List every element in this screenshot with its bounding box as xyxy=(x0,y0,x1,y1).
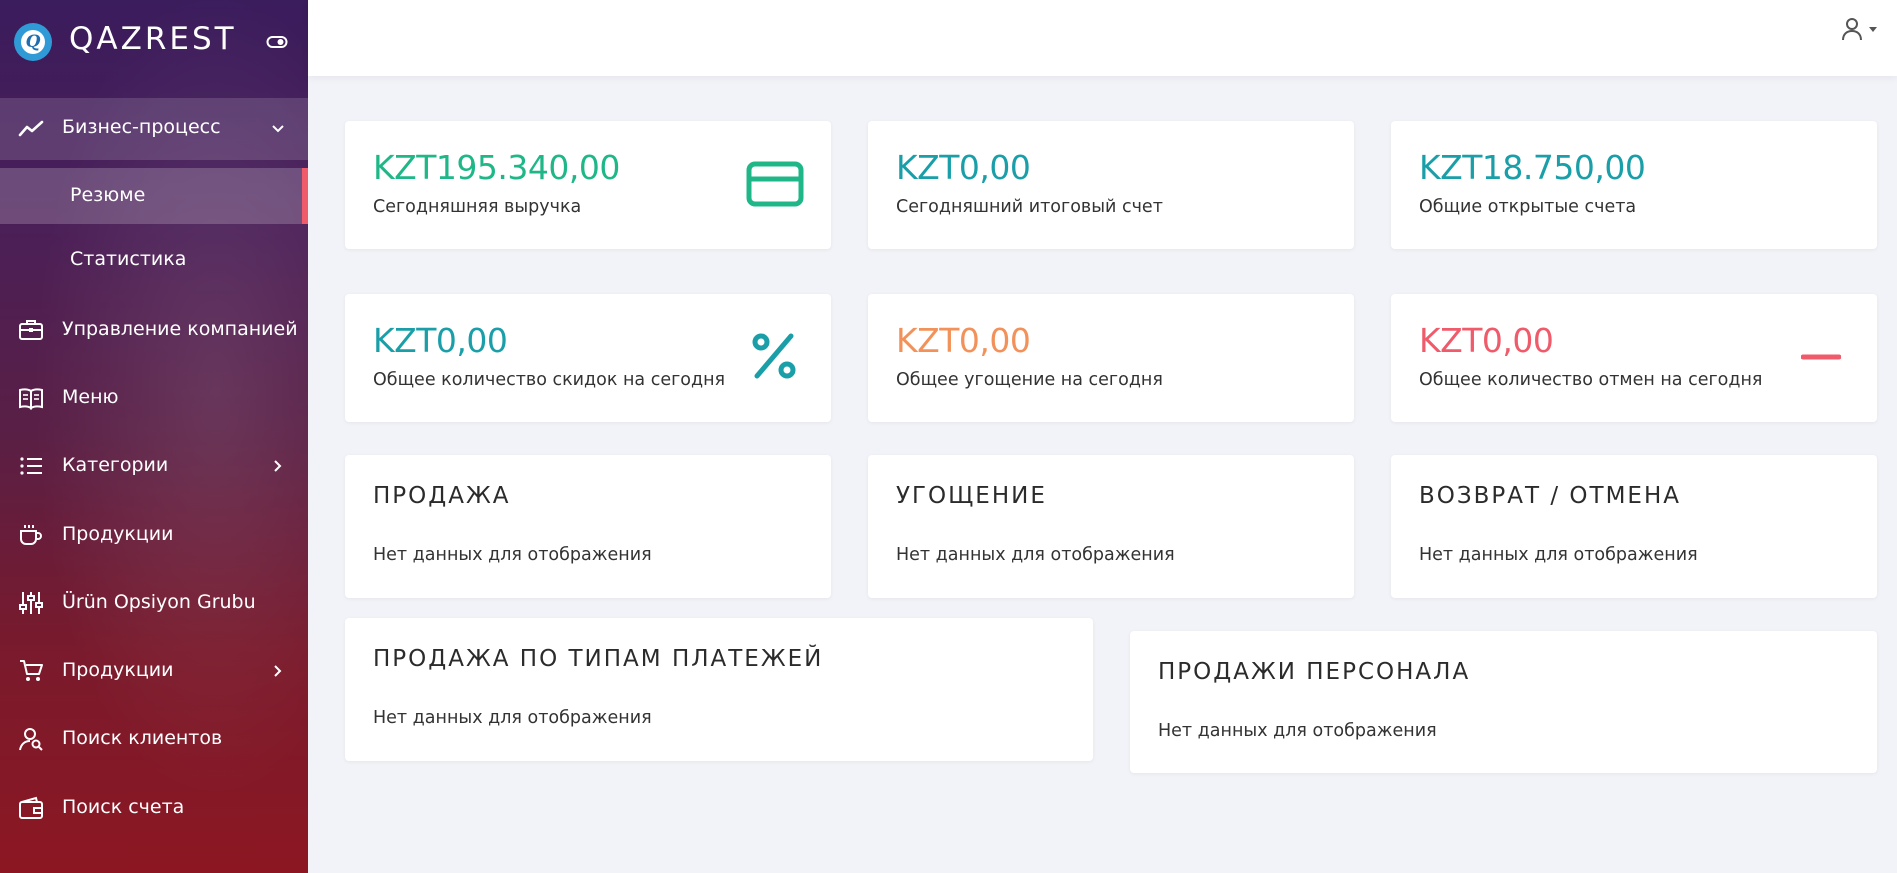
sidebar-item-label: Управление компанией xyxy=(62,318,298,340)
empty-state-text: Нет данных для отображения xyxy=(373,708,652,728)
sidebar-item-label: Бизнес-процесс xyxy=(62,116,221,138)
empty-state-text: Нет данных для отображения xyxy=(1158,721,1437,741)
sidebar-item-label: Продукции xyxy=(62,659,174,681)
stat-card-today-cancellations: KZT0,00 Общее количество отмен на сегодн… xyxy=(1391,294,1877,422)
sidebar-item-invoice-search[interactable]: Поиск счета xyxy=(0,778,308,838)
minus-icon xyxy=(1801,354,1841,360)
book-icon xyxy=(18,385,44,411)
user-icon xyxy=(1842,18,1862,41)
sidebar-item-products[interactable]: Продукции xyxy=(0,505,308,565)
cart-icon xyxy=(18,658,44,684)
sidebar-item-business-process[interactable]: Бизнес-процесс xyxy=(0,98,308,160)
sidebar-item-label: Поиск клиентов xyxy=(62,727,223,749)
sidebar-item-company-management[interactable]: Управление компанией xyxy=(0,300,308,360)
sidebar-item-label: Ürün Opsiyon Grubu xyxy=(62,591,256,613)
sidebar-item-products-2[interactable]: Продукции xyxy=(0,641,308,701)
section-title: ВОЗВРАТ / ОТМЕНА xyxy=(1419,483,1681,509)
chevron-right-icon xyxy=(274,460,282,472)
empty-state-text: Нет данных для отображения xyxy=(373,545,652,565)
section-treats: УГОЩЕНИЕ Нет данных для отображения xyxy=(868,455,1354,598)
stat-label: Общие открытые счета xyxy=(1419,197,1637,217)
sidebar-item-label: Продукции xyxy=(62,523,174,545)
top-bar xyxy=(308,0,1897,76)
stat-label: Общее количество скидок на сегодня xyxy=(373,370,726,390)
trending-up-icon xyxy=(18,116,44,142)
chevron-right-icon xyxy=(274,665,282,677)
sliders-icon xyxy=(18,590,44,616)
caret-down-icon xyxy=(1869,27,1877,32)
list-icon xyxy=(18,453,44,479)
stat-value: KZT0,00 xyxy=(896,148,1031,187)
stat-card-open-bills: KZT18.750,00 Общие открытые счета xyxy=(1391,121,1877,249)
sidebar-item-label: Поиск счета xyxy=(62,796,185,818)
stat-value: KZT0,00 xyxy=(896,321,1031,360)
sidebar-item-categories[interactable]: Категории xyxy=(0,436,308,496)
stat-value: KZT0,00 xyxy=(1419,321,1554,360)
wallet-icon xyxy=(18,795,44,821)
stat-label: Общее количество отмен на сегодня xyxy=(1419,370,1763,390)
section-sales-by-payment-type: ПРОДАЖА ПО ТИПАМ ПЛАТЕЖЕЙ Нет данных для… xyxy=(345,618,1093,761)
sidebar-subitem-statistics[interactable]: Статистика xyxy=(0,232,308,288)
section-title: ПРОДАЖА xyxy=(373,483,511,509)
stat-card-today-total-bill: KZT0,00 Сегодняшний итоговый счет xyxy=(868,121,1354,249)
brand-logo: Q xyxy=(14,23,52,61)
section-title: ПРОДАЖИ ПЕРСОНАЛА xyxy=(1158,659,1471,685)
chevron-down-icon xyxy=(272,125,284,133)
stat-label: Общее угощение на сегодня xyxy=(896,370,1163,390)
coffee-cup-icon xyxy=(18,522,44,548)
stat-value: KZT0,00 xyxy=(373,321,508,360)
brand-title: QAZREST xyxy=(69,21,237,57)
stat-card-today-revenue: KZT195.340,00 Сегодняшняя выручка xyxy=(345,121,831,249)
section-returns-cancellations: ВОЗВРАТ / ОТМЕНА Нет данных для отображе… xyxy=(1391,455,1877,598)
section-staff-sales: ПРОДАЖИ ПЕРСОНАЛА Нет данных для отображ… xyxy=(1130,631,1877,773)
percent-icon xyxy=(752,333,796,379)
stat-value: KZT18.750,00 xyxy=(1419,148,1646,187)
section-sales: ПРОДАЖА Нет данных для отображения xyxy=(345,455,831,598)
stat-value: KZT195.340,00 xyxy=(373,148,620,187)
sidebar-subitem-label: Резюме xyxy=(70,184,146,206)
briefcase-icon xyxy=(18,317,44,343)
stat-card-today-treats: KZT0,00 Общее угощение на сегодня xyxy=(868,294,1354,422)
sidebar-item-customer-search[interactable]: Поиск клиентов xyxy=(0,709,308,769)
stat-label: Сегодняшняя выручка xyxy=(373,197,582,217)
empty-state-text: Нет данных для отображения xyxy=(1419,545,1698,565)
sidebar-item-label: Категории xyxy=(62,454,169,476)
user-menu[interactable] xyxy=(1841,16,1881,42)
section-title: УГОЩЕНИЕ xyxy=(896,483,1047,509)
credit-card-icon xyxy=(746,161,804,207)
empty-state-text: Нет данных для отображения xyxy=(896,545,1175,565)
sidebar-item-label: Меню xyxy=(62,386,119,408)
brand[interactable]: Q QAZREST xyxy=(0,0,308,84)
sidebar-subitem-summary[interactable]: Резюме xyxy=(0,168,308,224)
sidebar: Q QAZREST Бизнес-процесс Резюме Статисти… xyxy=(0,0,308,873)
brand-logo-letter: Q xyxy=(25,31,41,52)
stat-label: Сегодняшний итоговый счет xyxy=(896,197,1163,217)
sidebar-subitem-label: Статистика xyxy=(70,248,187,270)
section-title: ПРОДАЖА ПО ТИПАМ ПЛАТЕЖЕЙ xyxy=(373,646,824,672)
sidebar-item-option-group[interactable]: Ürün Opsiyon Grubu xyxy=(0,573,308,633)
user-search-icon xyxy=(18,726,44,752)
sidebar-toggle-icon[interactable] xyxy=(266,34,288,50)
sidebar-item-menu[interactable]: Меню xyxy=(0,368,308,428)
stat-card-today-discounts: KZT0,00 Общее количество скидок на сегод… xyxy=(345,294,831,422)
